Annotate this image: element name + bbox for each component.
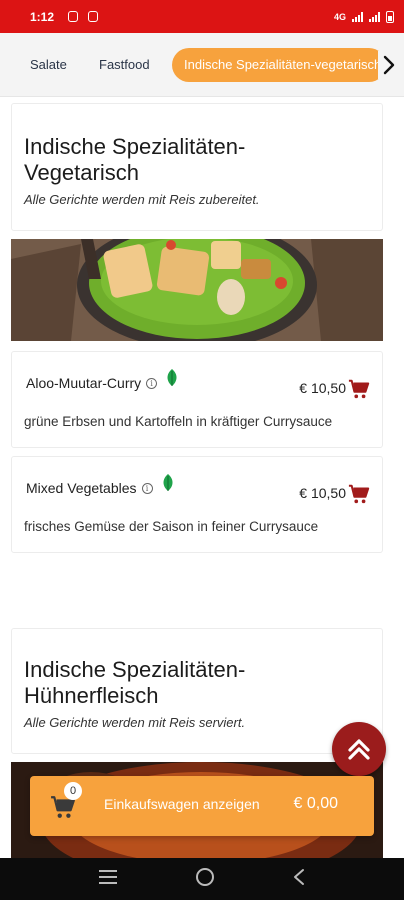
double-chevron-up-icon xyxy=(348,739,370,760)
item-name: Aloo-Muutar-Curry xyxy=(26,375,142,391)
tab-indische-vegetarisch[interactable]: Indische Spezialitäten-vegetarisch xyxy=(172,48,386,82)
item-price: € 10,50 xyxy=(299,485,346,501)
section-subtitle: Alle Gerichte werden mit Reis serviert. xyxy=(24,715,246,730)
signal-icon xyxy=(352,11,363,22)
item-description: grüne Erbsen und Kartoffeln in kräftiger… xyxy=(24,414,333,429)
chevron-right-icon[interactable] xyxy=(378,51,400,79)
section-title: Indische Spezialitäten-Hühnerfleisch xyxy=(24,657,246,708)
category-tab-bar: Salate Fastfood Indische Spezialitäten-v… xyxy=(0,33,404,97)
item-price: € 10,50 xyxy=(299,380,346,396)
section-title: Indische Spezialitäten-Vegetarisch xyxy=(24,134,246,185)
item-name: Mixed Vegetables xyxy=(26,480,137,496)
home-icon[interactable] xyxy=(195,867,215,892)
tab-salate[interactable]: Salate xyxy=(30,48,67,82)
scroll-top-button[interactable] xyxy=(332,722,386,776)
add-to-cart-icon[interactable] xyxy=(348,483,370,505)
status-bar: 1:12 4G xyxy=(0,0,404,33)
view-cart-button[interactable]: 0 Einkaufswagen anzeigen € 0,00 xyxy=(30,776,374,836)
status-time: 1:12 xyxy=(30,9,55,24)
add-to-cart-icon[interactable] xyxy=(348,378,370,400)
tab-fastfood[interactable]: Fastfood xyxy=(99,48,150,82)
cart-count-badge: 0 xyxy=(64,782,82,800)
section-image xyxy=(11,239,383,341)
battery-icon xyxy=(386,10,394,23)
cart-label: Einkaufswagen anzeigen xyxy=(104,796,260,812)
item-description: frisches Gemüse der Saison in feiner Cur… xyxy=(24,519,319,534)
section-header: Indische Spezialitäten-Hühnerfleisch All… xyxy=(11,628,383,754)
cart-total: € 0,00 xyxy=(293,795,338,812)
notification-icon xyxy=(88,11,99,22)
network-label: 4G xyxy=(333,11,346,22)
info-icon[interactable]: i xyxy=(146,377,158,389)
menu-item[interactable]: Mixed Vegetables i € 10,50 frisches Gemü… xyxy=(11,456,383,553)
menu-icon[interactable] xyxy=(98,869,118,890)
info-icon[interactable]: i xyxy=(141,482,153,494)
leaf-icon xyxy=(162,473,174,495)
system-nav-bar xyxy=(0,858,404,900)
back-icon[interactable] xyxy=(292,868,306,891)
signal-icon xyxy=(369,11,380,22)
section-subtitle: Alle Gerichte werden mit Reis zubereitet… xyxy=(24,192,260,207)
section-header: Indische Spezialitäten-Vegetarisch Alle … xyxy=(11,103,383,231)
menu-item[interactable]: Aloo-Muutar-Curry i € 10,50 grüne Erbsen… xyxy=(11,351,383,448)
leaf-icon xyxy=(166,368,178,390)
notification-icon xyxy=(68,11,79,22)
